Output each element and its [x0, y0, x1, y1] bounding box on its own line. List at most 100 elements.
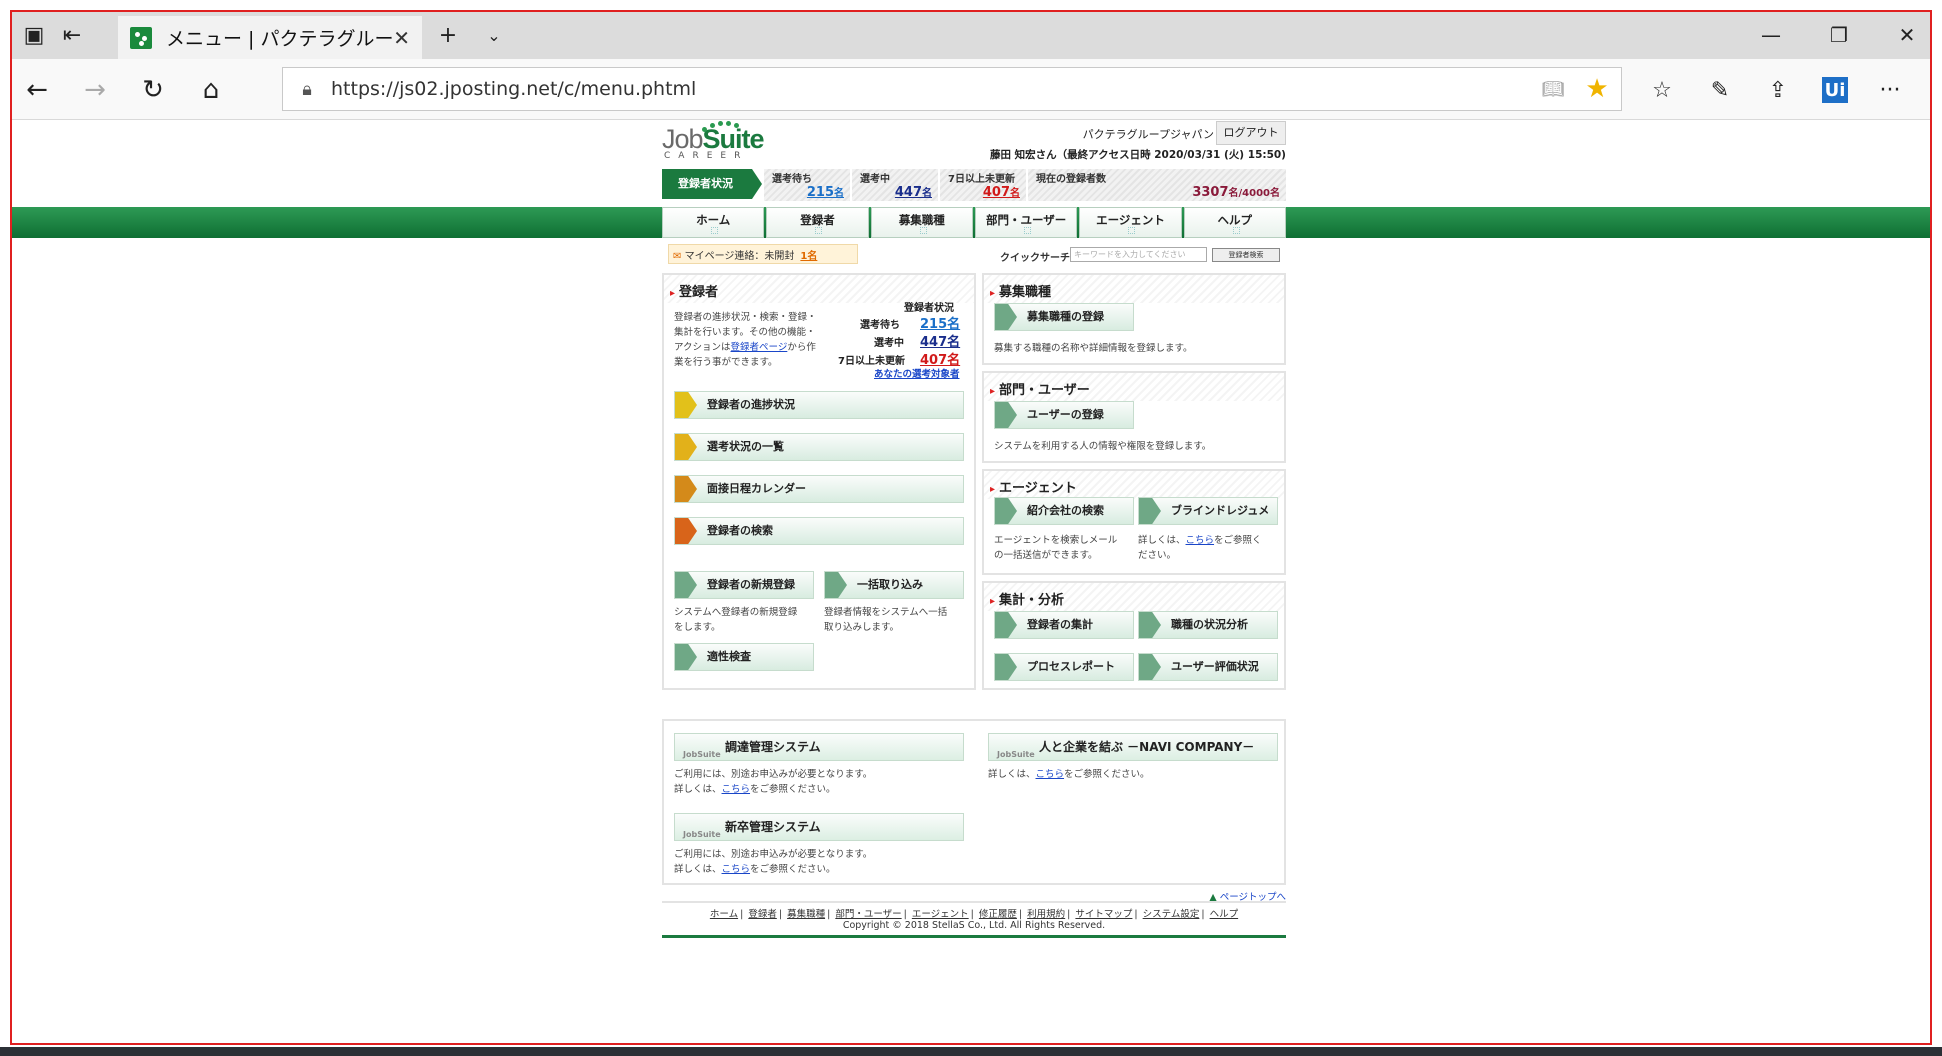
tab-list-chevron-down-icon[interactable]: ⌄ — [478, 20, 510, 50]
registrant-stats-button[interactable]: 登録者の集計 — [994, 611, 1134, 639]
blind-resume-button[interactable]: ブラインドレジュメ — [1138, 497, 1278, 525]
footer-bar — [662, 935, 1286, 938]
menu-agent[interactable]: エージェント — [1079, 207, 1182, 238]
aptitude-test-button[interactable]: 適性検査 — [674, 643, 814, 671]
registrant-page-link[interactable]: 登録者ページ — [731, 342, 788, 353]
copyright: Copyright © 2018 StellaS Co., Ltd. All R… — [842, 920, 1106, 931]
stale-count[interactable]: 407名 — [920, 349, 960, 368]
registrant-search-button[interactable]: 登録者の検索 — [674, 517, 964, 545]
bulk-import-desc: 登録者情報をシステムへ一括 取り込みします。 — [824, 607, 948, 633]
footer-link-help[interactable]: ヘルプ — [1210, 909, 1239, 920]
menu-dept-user[interactable]: 部門・ユーザー — [974, 207, 1078, 238]
new-tab-icon[interactable]: + — [432, 20, 464, 50]
close-tab-icon[interactable]: ✕ — [393, 26, 410, 50]
jobs-panel: 募集職種 募集職種の登録 募集する職種の名称や詳細情報を登録します。 — [982, 273, 1286, 365]
process-report-button[interactable]: プロセスレポート — [994, 653, 1134, 681]
interview-calendar-button[interactable]: 面接日程カレンダー — [674, 475, 964, 503]
procurement-system-button[interactable]: JobSuite 調達管理システム — [674, 733, 964, 761]
registrants-panel: 登録者 登録者の進捗状況・検索・登録・集計を行います。その他の機能・アクションは… — [662, 273, 976, 690]
jobsuite-logo[interactable]: JobSuite CAREER — [662, 121, 765, 171]
tab-bar: ▣ ⇤ メニュー | パクテラグループジ ✕ + ⌄ — ❐ ✕ — [12, 12, 1930, 59]
browser-tab[interactable]: メニュー | パクテラグループジ ✕ — [118, 16, 422, 59]
job-analysis-button[interactable]: 職種の状況分析 — [1138, 611, 1278, 639]
more-icon[interactable]: ··· — [1872, 73, 1908, 107]
jobs-title: 募集職種 — [990, 281, 1051, 300]
registrants-title: 登録者 — [670, 281, 718, 300]
footer-link-terms[interactable]: 利用規約 — [1027, 909, 1065, 920]
register-job-button[interactable]: 募集職種の登録 — [994, 303, 1134, 331]
waiting-count[interactable]: 215名 — [920, 313, 960, 332]
user-info: 藤田 知宏さん（最終アクセス日時 2020/03/31 (火) 15:50) — [989, 149, 1286, 161]
favorites-icon[interactable]: ☆ — [1644, 73, 1680, 107]
jobsuite-mini-logo: JobSuite — [683, 830, 721, 839]
dept-user-title: 部門・ユーザー — [990, 379, 1090, 398]
agency-search-button[interactable]: 紹介会社の検索 — [994, 497, 1134, 525]
menu-jobs[interactable]: 募集職種 — [870, 207, 973, 238]
uipath-extension-icon[interactable]: Ui — [1822, 77, 1848, 103]
logo-dots — [702, 121, 752, 132]
registrant-status-title: 登録者状況 — [904, 303, 954, 314]
footer-link-sitemap[interactable]: サイトマップ — [1075, 909, 1132, 920]
share-icon[interactable]: ⇪ — [1760, 73, 1796, 107]
url-text[interactable]: https://js02.jposting.net/c/menu.phtml — [331, 78, 1533, 100]
refresh-icon[interactable]: ↻ — [136, 73, 170, 107]
agent-ref-link[interactable]: こちら — [1186, 535, 1215, 546]
newgrad-system-button[interactable]: JobSuite 新卒管理システム — [674, 813, 964, 841]
registrant-progress-button[interactable]: 登録者の進捗状況 — [674, 391, 964, 419]
agent-title: エージェント — [990, 477, 1077, 496]
user-evaluation-button[interactable]: ユーザー評価状況 — [1138, 653, 1278, 681]
navi-note: 詳しくは、こちらをご参照ください。 — [988, 769, 1150, 780]
logout-button[interactable]: ログアウト — [1216, 121, 1286, 145]
agent-desc: エージェントを検索しメール の一括送信ができます。 — [994, 535, 1118, 561]
footer-link-dept-user[interactable]: 部門・ユーザー — [835, 909, 901, 920]
tab-actions-icon[interactable]: ▣ — [18, 20, 50, 50]
quick-search-button[interactable]: 登録者検索 — [1212, 248, 1280, 262]
navi-ref-link[interactable]: こちら — [1036, 769, 1065, 780]
footer-divider — [662, 901, 1286, 903]
footer-link-history[interactable]: 修正履歴 — [979, 909, 1017, 920]
favorite-star-icon[interactable]: ★ — [1573, 74, 1621, 104]
agent-panel: エージェント 紹介会社の検索 ブラインドレジュメ エージェントを検索しメールの一… — [982, 469, 1286, 575]
address-bar[interactable]: 🔒︎ https://js02.jposting.net/c/menu.phtm… — [282, 67, 1622, 111]
new-registrant-desc: システムへ登録者の新規登録 をします。 — [674, 607, 798, 633]
close-window-icon[interactable]: ✕ — [1882, 20, 1930, 50]
footer-link-agent[interactable]: エージェント — [912, 909, 969, 920]
my-targets-link[interactable]: あなたの選考対象者 — [874, 367, 960, 382]
procurement-ref-link[interactable]: こちら — [722, 784, 751, 795]
menu-home[interactable]: ホーム — [662, 207, 765, 238]
footer-link-settings[interactable]: システム設定 — [1143, 909, 1200, 920]
bulk-import-button[interactable]: 一括取り込み — [824, 571, 964, 599]
quick-search-input[interactable]: キーワードを入力してください — [1070, 247, 1207, 262]
stat-waiting[interactable]: 選考待ち 215名 — [764, 169, 850, 201]
newgrad-ref-link[interactable]: こちら — [722, 864, 751, 875]
forward-icon[interactable]: → — [78, 73, 112, 107]
footer-link-jobs[interactable]: 募集職種 — [787, 909, 825, 920]
footer-link-registrants[interactable]: 登録者 — [748, 909, 777, 920]
minimize-icon[interactable]: — — [1746, 20, 1796, 50]
jobs-desc: 募集する職種の名称や詳細情報を登録します。 — [994, 343, 1193, 354]
selection-list-button[interactable]: 選考状況の一覧 — [674, 433, 964, 461]
menu-help[interactable]: ヘルプ — [1183, 207, 1286, 238]
in-progress-count[interactable]: 447名 — [920, 331, 960, 350]
pen-icon[interactable]: ✎ — [1702, 73, 1738, 107]
navi-company-button[interactable]: JobSuite 人と企業を結ぶ －NAVI COMPANY－ — [988, 733, 1278, 761]
home-icon[interactable]: ⌂ — [194, 73, 228, 107]
navigation-bar: ← → ↻ ⌂ 🔒︎ https://js02.jposting.net/c/m… — [12, 59, 1930, 120]
footer-link-home[interactable]: ホーム — [710, 909, 738, 920]
set-tabs-aside-icon[interactable]: ⇤ — [56, 20, 88, 50]
dept-user-desc: システムを利用する人の情報や権限を登録します。 — [994, 441, 1212, 452]
dept-user-panel: 部門・ユーザー ユーザーの登録 システムを利用する人の情報や権限を登録します。 — [982, 371, 1286, 463]
stat-in-progress[interactable]: 選考中 447名 — [852, 169, 938, 201]
back-icon[interactable]: ← — [20, 73, 54, 107]
mypage-notice[interactable]: ✉ マイページ連絡：未開封 1名 — [668, 244, 858, 264]
register-user-button[interactable]: ユーザーの登録 — [994, 401, 1134, 429]
menu-registrants[interactable]: 登録者 — [766, 207, 869, 238]
notice-count[interactable]: 1名 — [800, 251, 817, 262]
company-name: パクテラグループジャパン — [1082, 128, 1214, 141]
restore-icon[interactable]: ❐ — [1814, 20, 1864, 50]
jobsuite-mini-logo: JobSuite — [997, 750, 1035, 759]
reading-view-icon[interactable]: 📖︎ — [1533, 79, 1573, 100]
taskbar-strip — [0, 1047, 1942, 1056]
new-registrant-button[interactable]: 登録者の新規登録 — [674, 571, 814, 599]
stat-stale[interactable]: 7日以上未更新 407名 — [940, 169, 1026, 201]
